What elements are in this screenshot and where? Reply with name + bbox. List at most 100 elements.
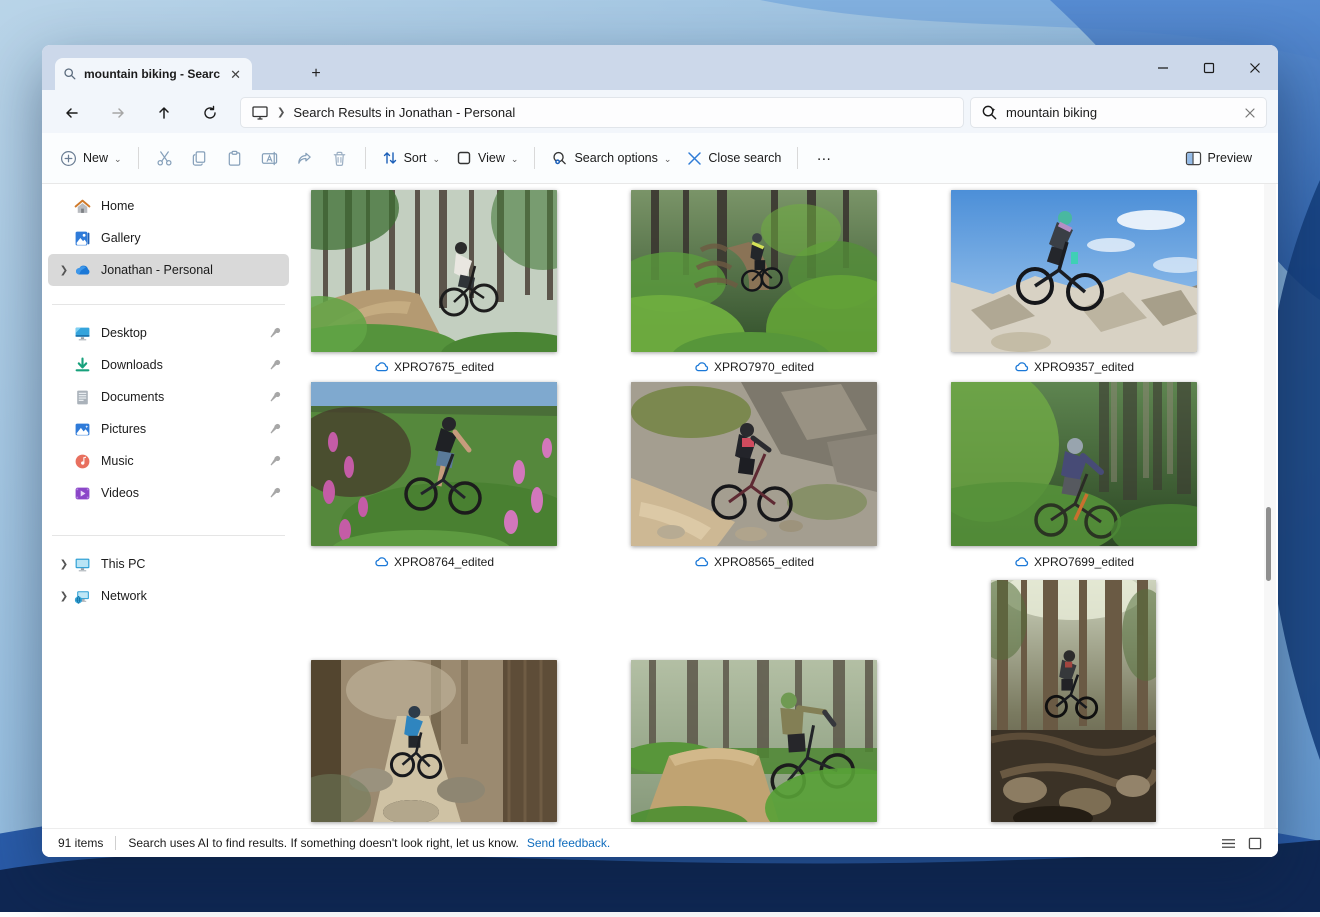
sidebar-divider xyxy=(52,304,285,305)
sidebar-item-this-pc[interactable]: ❯ This PC xyxy=(48,548,289,580)
file-thumbnail[interactable] xyxy=(311,660,557,822)
photo-blurred-forest-rider xyxy=(951,382,1197,546)
file-name-row[interactable]: XPRO7675_edited xyxy=(311,358,557,375)
share-button[interactable] xyxy=(287,144,322,173)
close-search-button[interactable]: Close search xyxy=(679,145,789,172)
back-button[interactable] xyxy=(58,99,86,127)
search-options-button[interactable]: Search options ⌄ xyxy=(543,144,679,173)
sidebar-item-home[interactable]: Home xyxy=(48,190,289,222)
statusbar-divider xyxy=(115,836,116,850)
sidebar-item-label: Jonathan - Personal xyxy=(101,263,283,277)
network-icon xyxy=(74,587,92,605)
tab-title: mountain biking - Search Res xyxy=(84,67,220,81)
vertical-scrollbar[interactable] xyxy=(1264,184,1276,828)
pin-icon xyxy=(267,421,283,437)
scrollbar-thumb[interactable] xyxy=(1266,507,1271,581)
chevron-down-icon: ⌄ xyxy=(511,154,519,165)
more-options-button[interactable]: … xyxy=(806,147,842,170)
file-thumbnail[interactable] xyxy=(631,190,877,352)
sidebar-item-label: Desktop xyxy=(101,326,267,340)
file-explorer-window: mountain biking - Search Res ✕ + xyxy=(42,45,1278,857)
refresh-button[interactable] xyxy=(196,99,224,127)
paste-button[interactable] xyxy=(217,144,252,173)
sidebar-item-label: Videos xyxy=(101,486,267,500)
sidebar-item-documents[interactable]: Documents xyxy=(48,381,289,413)
ai-search-notice: Search uses AI to find results. If somet… xyxy=(128,836,519,850)
new-tab-button[interactable]: + xyxy=(304,62,328,86)
clear-search-icon[interactable] xyxy=(1244,107,1256,119)
cut-button[interactable] xyxy=(147,144,182,173)
preview-toggle-button[interactable]: Preview xyxy=(1177,145,1260,172)
explorer-tab[interactable]: mountain biking - Search Res ✕ xyxy=(55,58,252,90)
forward-button[interactable] xyxy=(104,99,132,127)
search-input[interactable]: mountain biking xyxy=(970,97,1267,128)
title-bar[interactable]: mountain biking - Search Res ✕ + xyxy=(42,45,1278,90)
file-thumbnail[interactable] xyxy=(951,382,1197,546)
pin-icon xyxy=(267,357,283,373)
breadcrumb[interactable]: Search Results in Jonathan - Personal xyxy=(293,105,515,120)
details-view-icon[interactable] xyxy=(1221,837,1236,850)
expand-chevron-icon[interactable]: ❯ xyxy=(54,559,74,570)
delete-button[interactable] xyxy=(322,144,357,173)
up-button[interactable] xyxy=(150,99,178,127)
pin-icon xyxy=(267,453,283,469)
minimize-button[interactable] xyxy=(1140,45,1186,90)
sidebar-item-desktop[interactable]: Desktop xyxy=(48,317,289,349)
share-icon xyxy=(296,150,313,167)
photo-dirt-berm-rider xyxy=(631,660,877,822)
sidebar-item-pictures[interactable]: Pictures xyxy=(48,413,289,445)
file-thumbnail[interactable] xyxy=(311,382,557,546)
item-count: 91 items xyxy=(58,836,103,850)
preview-label: Preview xyxy=(1208,151,1252,165)
onedrive-cloud-icon xyxy=(374,361,389,372)
sidebar-item-music[interactable]: Music xyxy=(48,445,289,477)
sort-button[interactable]: Sort ⌄ xyxy=(374,144,448,172)
search-query-text[interactable]: mountain biking xyxy=(1006,105,1236,120)
thumbnail-view-icon[interactable] xyxy=(1248,837,1262,850)
file-thumbnail[interactable] xyxy=(951,190,1197,352)
tab-close-icon[interactable]: ✕ xyxy=(227,66,244,83)
view-button[interactable]: View ⌄ xyxy=(448,144,526,172)
sidebar-item-gallery[interactable]: Gallery xyxy=(48,222,289,254)
rename-button[interactable] xyxy=(252,144,287,173)
maximize-button[interactable] xyxy=(1186,45,1232,90)
file-thumbnail[interactable] xyxy=(991,580,1156,822)
sidebar-item-label: Documents xyxy=(101,390,267,404)
expand-chevron-icon[interactable]: ❯ xyxy=(54,265,74,276)
navigation-bar: ❯ Search Results in Jonathan - Personal … xyxy=(42,90,1278,135)
sidebar-item-onedrive-personal[interactable]: ❯ Jonathan - Personal xyxy=(48,254,289,286)
search-options-icon xyxy=(551,150,568,167)
file-name-row[interactable]: XPRO8764_edited xyxy=(311,553,557,570)
photo-rocky-forest-trail-rider xyxy=(311,660,557,822)
file-thumbnail[interactable] xyxy=(311,190,557,352)
chevron-down-icon: ⌄ xyxy=(664,154,672,165)
new-button[interactable]: New ⌄ xyxy=(52,144,130,173)
toolbar-divider xyxy=(797,147,798,169)
onedrive-cloud-icon xyxy=(1014,556,1029,567)
close-button[interactable] xyxy=(1232,45,1278,90)
sidebar-item-network[interactable]: ❯ Network xyxy=(48,580,289,612)
file-name-row[interactable]: XPRO9357_edited xyxy=(951,358,1197,375)
new-label: New xyxy=(83,151,108,165)
pin-icon xyxy=(267,389,283,405)
sidebar-item-videos[interactable]: Videos xyxy=(48,477,289,509)
file-name: XPRO7675_edited xyxy=(394,360,494,374)
file-name: XPRO7970_edited xyxy=(714,360,814,374)
expand-chevron-icon[interactable]: ❯ xyxy=(54,591,74,602)
file-thumbnail[interactable] xyxy=(631,382,877,546)
videos-icon xyxy=(74,484,92,502)
file-name-row[interactable]: XPRO8565_edited xyxy=(631,553,877,570)
minimize-icon xyxy=(1157,62,1169,74)
file-thumbnail[interactable] xyxy=(631,660,877,822)
file-name-row[interactable]: XPRO7699_edited xyxy=(951,553,1197,570)
copy-button[interactable] xyxy=(182,144,217,173)
copy-icon xyxy=(191,150,208,167)
close-search-label: Close search xyxy=(708,151,781,165)
cut-icon xyxy=(156,150,173,167)
send-feedback-link[interactable]: Send feedback. xyxy=(527,836,610,850)
ai-search-icon xyxy=(981,104,998,121)
file-name-row[interactable]: XPRO7970_edited xyxy=(631,358,877,375)
back-icon xyxy=(64,105,80,121)
address-bar[interactable]: ❯ Search Results in Jonathan - Personal xyxy=(240,97,964,128)
sidebar-item-downloads[interactable]: Downloads xyxy=(48,349,289,381)
